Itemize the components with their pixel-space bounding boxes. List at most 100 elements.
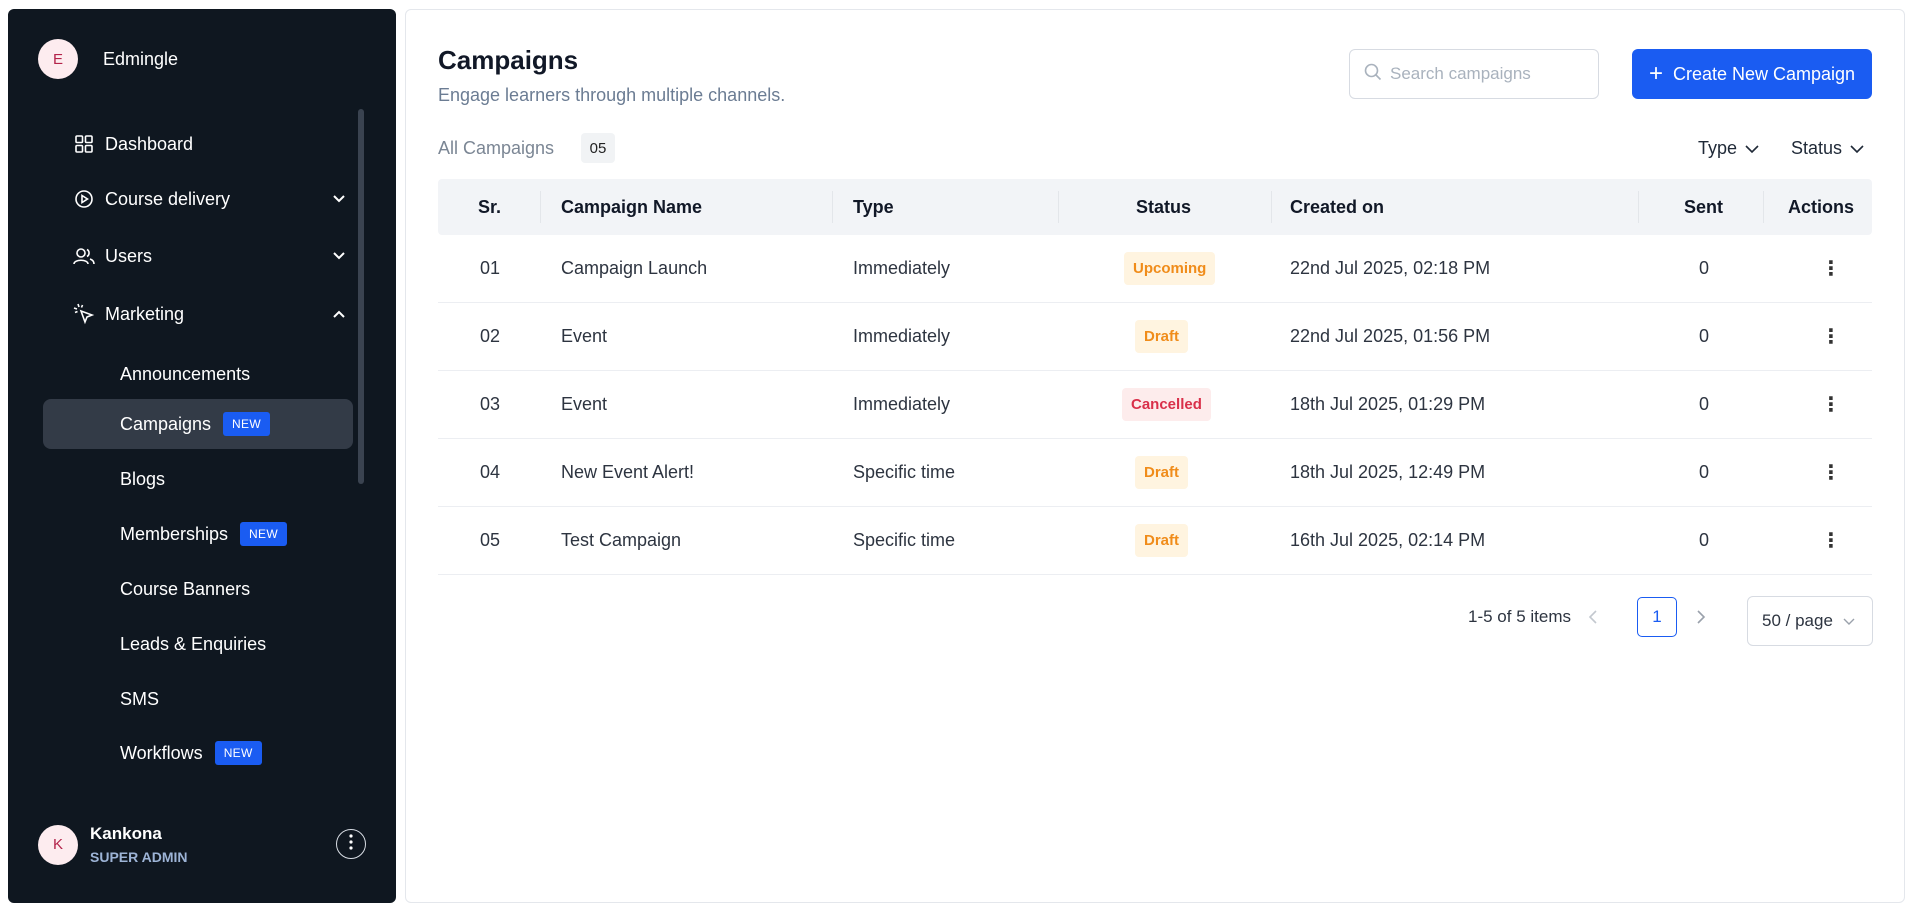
cell-created: 16th Jul 2025, 02:14 PM	[1290, 530, 1486, 550]
grid-icon	[73, 133, 95, 155]
sidebar-scrollbar[interactable]	[358, 109, 364, 484]
cell-campaign-name: Event	[561, 394, 608, 414]
pagination-page-button[interactable]: 1	[1637, 597, 1677, 637]
chevron-up-icon	[330, 305, 348, 323]
chevron-down-icon	[330, 190, 348, 208]
col-header-created: Created on	[1290, 196, 1385, 217]
sidebar-subitem-label: Course Banners	[120, 578, 251, 599]
campaign-count-badge: 05	[581, 133, 615, 163]
sidebar-item-users[interactable]: Users	[73, 236, 348, 276]
sidebar-subitem-sms[interactable]: SMS	[120, 679, 159, 719]
cell-campaign-name: Campaign Launch	[561, 258, 708, 278]
sidebar-subitem-campaigns[interactable]: Campaigns NEW	[120, 404, 270, 444]
cell-campaign-name: Event	[561, 326, 608, 346]
page-title: Campaigns	[438, 45, 579, 75]
type-filter[interactable]: Type	[1698, 138, 1759, 159]
campaigns-table: Sr. Campaign Name Type Status Created on…	[438, 179, 1872, 575]
cell-status: Draft	[1135, 507, 1189, 574]
sidebar-subitem-memberships[interactable]: Memberships NEW	[120, 514, 287, 554]
sidebar-subitem-label: Blogs	[120, 468, 166, 489]
sidebar-subitem-workflows[interactable]: Workflows NEW	[120, 733, 262, 773]
col-header-status: Status	[1136, 196, 1192, 217]
sidebar-subitem-label: Leads & Enquiries	[120, 633, 267, 654]
cell-status: Draft	[1135, 439, 1189, 506]
sidebar-subitem-label: Announcements	[120, 363, 251, 384]
more-vertical-icon: ⋮	[1821, 462, 1841, 484]
page-subtitle: Engage learners through multiple channel…	[438, 85, 786, 105]
pagination-prev-button[interactable]	[1588, 608, 1598, 631]
sidebar-item-marketing[interactable]: Marketing	[73, 294, 348, 334]
brand-name: Edmingle	[103, 48, 179, 69]
pagination-next-button[interactable]	[1696, 608, 1706, 631]
user-info: Kankona SUPER ADMIN	[90, 824, 188, 865]
cell-type: Immediately	[853, 258, 951, 278]
table-row[interactable]: 02 Event Immediately Draft 22nd Jul 2025…	[438, 303, 1872, 371]
cell-campaign-name: Test Campaign	[561, 530, 682, 550]
chevron-right-icon	[1696, 608, 1706, 630]
sidebar: E Edmingle Dashboard Course delivery Use…	[8, 9, 396, 903]
status-filter[interactable]: Status	[1791, 138, 1864, 159]
cell-type: Immediately	[853, 394, 951, 414]
row-actions-button[interactable]: ⋮	[1821, 507, 1841, 574]
cursor-click-icon	[73, 303, 95, 325]
more-vertical-icon	[349, 833, 353, 855]
sidebar-subitem-blogs[interactable]: Blogs	[120, 459, 165, 499]
cell-sr: 05	[480, 530, 501, 550]
table-row[interactable]: 01 Campaign Launch Immediately Upcoming …	[438, 235, 1872, 303]
chevron-down-icon	[1850, 138, 1864, 159]
status-filter-label: Status	[1791, 138, 1843, 158]
cell-sr: 02	[480, 326, 501, 346]
col-header-sr: Sr.	[478, 196, 502, 217]
sidebar-item-label: Users	[105, 245, 153, 266]
sidebar-item-dashboard[interactable]: Dashboard	[73, 124, 348, 164]
pagination-info: 1-5 of 5 items	[1468, 607, 1571, 626]
col-divider	[540, 191, 541, 223]
table-row[interactable]: 05 Test Campaign Specific time Draft 16t…	[438, 507, 1872, 575]
brand-avatar: E	[38, 39, 78, 79]
table-row[interactable]: 03 Event Immediately Cancelled 18th Jul …	[438, 371, 1872, 439]
search-input[interactable]	[1390, 64, 1590, 84]
cell-status: Draft	[1135, 303, 1189, 370]
chevron-down-icon	[1843, 611, 1855, 631]
search-icon	[1364, 63, 1382, 86]
cell-sent: 0	[1699, 530, 1710, 550]
tab-all-campaigns[interactable]: All Campaigns	[438, 138, 554, 159]
col-divider	[1638, 191, 1639, 223]
cell-sr: 03	[480, 394, 501, 414]
cell-created: 18th Jul 2025, 01:29 PM	[1290, 394, 1486, 414]
create-campaign-label: Create New Campaign	[1672, 63, 1856, 84]
brand[interactable]: E Edmingle	[38, 39, 178, 79]
row-actions-button[interactable]: ⋮	[1821, 303, 1841, 370]
sidebar-subitem-leads[interactable]: Leads & Enquiries	[120, 624, 266, 664]
sidebar-item-course-delivery[interactable]: Course delivery	[73, 179, 348, 219]
row-actions-button[interactable]: ⋮	[1821, 235, 1841, 302]
status-badge: Upcoming	[1124, 252, 1216, 285]
main-content: Campaigns Engage learners through multip…	[405, 9, 1905, 903]
more-vertical-icon: ⋮	[1821, 258, 1841, 280]
sidebar-subitem-label: Memberships	[120, 523, 229, 544]
status-badge: Draft	[1135, 320, 1189, 353]
col-divider	[1271, 191, 1272, 223]
more-vertical-icon: ⋮	[1821, 530, 1841, 552]
col-divider	[1058, 191, 1059, 223]
row-actions-button[interactable]: ⋮	[1821, 371, 1841, 438]
cell-sent: 0	[1699, 462, 1710, 482]
cell-sr: 01	[480, 258, 501, 278]
user-menu-button[interactable]	[336, 829, 366, 859]
row-actions-button[interactable]: ⋮	[1821, 439, 1841, 506]
page-size-select[interactable]: 50 / page	[1747, 596, 1873, 646]
sidebar-subitem-course-banners[interactable]: Course Banners	[120, 569, 250, 609]
cell-type: Immediately	[853, 326, 951, 346]
cell-sent: 0	[1699, 326, 1710, 346]
search-box[interactable]	[1349, 49, 1599, 99]
user-profile[interactable]: K Kankona SUPER ADMIN	[38, 824, 188, 865]
page-size-value: 50 / page	[1762, 611, 1833, 630]
create-campaign-button[interactable]: + Create New Campaign	[1632, 49, 1872, 99]
chevron-down-icon	[1745, 138, 1759, 159]
type-filter-label: Type	[1698, 138, 1738, 158]
cell-sent: 0	[1699, 258, 1710, 278]
user-name: Kankona	[90, 824, 162, 843]
table-row[interactable]: 04 New Event Alert! Specific time Draft …	[438, 439, 1872, 507]
sidebar-subitem-announcements[interactable]: Announcements	[120, 354, 250, 394]
more-vertical-icon: ⋮	[1821, 326, 1841, 348]
